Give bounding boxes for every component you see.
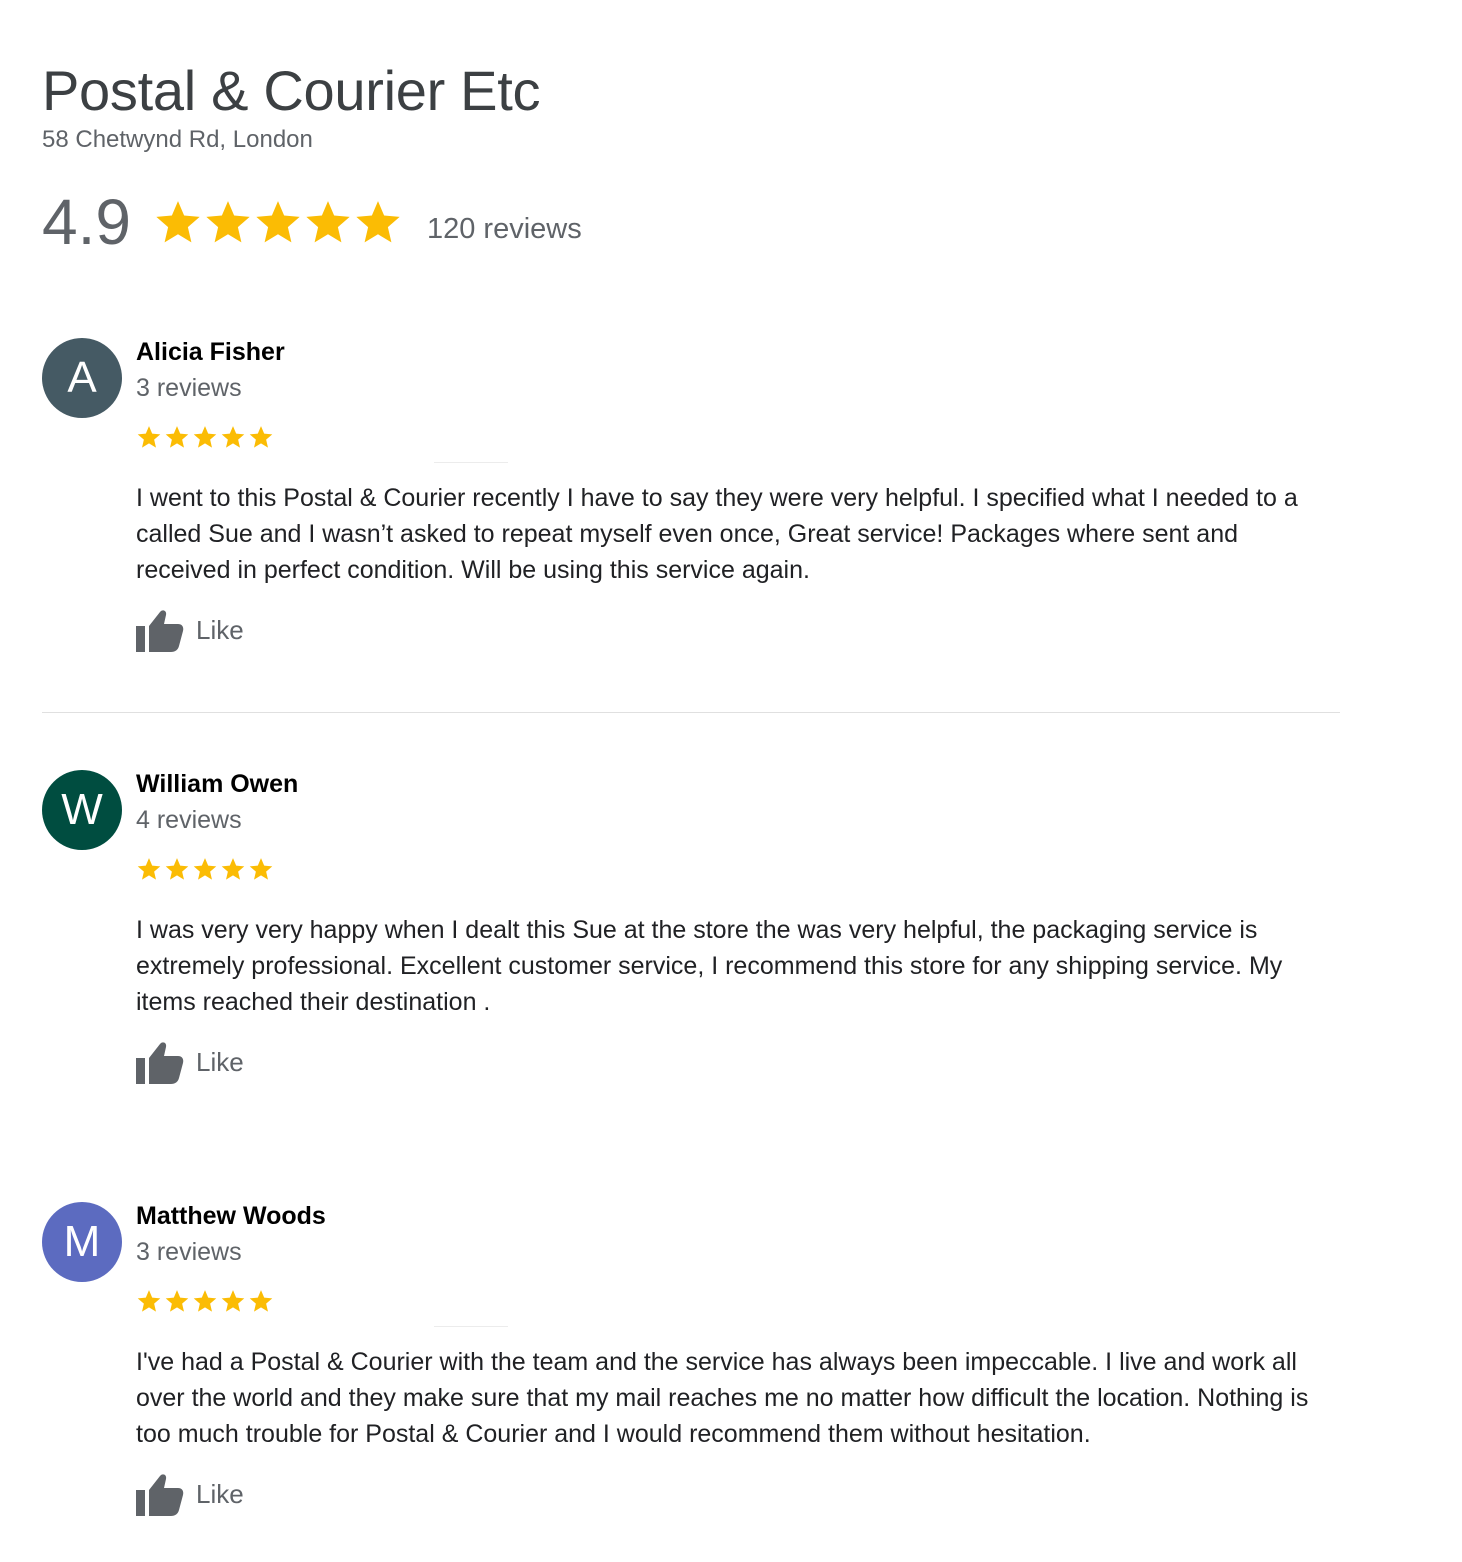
divider	[42, 712, 1340, 713]
star-icon	[193, 426, 217, 448]
reviewer-name[interactable]: Matthew Woods	[136, 1202, 326, 1231]
star-icon	[165, 858, 189, 880]
review-text: I've had a Postal & Courier with the tea…	[136, 1348, 1309, 1448]
review-star-rating	[136, 424, 274, 450]
star-icon	[306, 201, 350, 243]
star-icon	[165, 426, 189, 448]
star-icon	[221, 858, 245, 880]
star-icon	[193, 858, 217, 880]
review-star-rating	[136, 856, 274, 882]
reviewer-name[interactable]: Alicia Fisher	[136, 338, 285, 367]
like-button[interactable]: Like	[136, 1472, 244, 1516]
reviewer-review-count: 3 reviews	[136, 1238, 242, 1266]
star-icon	[256, 201, 300, 243]
like-button[interactable]: Like	[136, 608, 244, 652]
divider	[434, 1326, 508, 1327]
avatar[interactable]: M	[42, 1202, 122, 1282]
overall-star-rating	[153, 197, 403, 247]
thumbs-up-icon	[136, 1042, 184, 1084]
business-name: Postal & Courier Etc	[42, 59, 541, 122]
like-button[interactable]: Like	[136, 1040, 244, 1084]
review-text: I was very very happy when I dealt this …	[136, 916, 1283, 1016]
reviewer-review-count: 4 reviews	[136, 806, 242, 834]
star-icon	[249, 426, 273, 448]
star-icon	[156, 201, 200, 243]
star-icon	[221, 426, 245, 448]
star-icon	[165, 1290, 189, 1312]
overall-rating: 4.9	[42, 186, 131, 258]
like-label: Like	[196, 614, 244, 645]
thumbs-up-icon	[136, 1474, 184, 1516]
star-icon	[356, 201, 400, 243]
like-label: Like	[196, 1478, 244, 1509]
star-icon	[249, 1290, 273, 1312]
star-icon	[137, 1290, 161, 1312]
star-icon	[193, 1290, 217, 1312]
review-text: I went to this Postal & Courier recently…	[136, 484, 1298, 584]
star-icon	[249, 858, 273, 880]
business-address: 58 Chetwynd Rd, London	[42, 126, 313, 153]
reviewer-name[interactable]: William Owen	[136, 770, 298, 799]
like-label: Like	[196, 1046, 244, 1077]
divider	[434, 462, 508, 463]
rating-summary: 4.9 120 reviews	[42, 186, 582, 258]
thumbs-up-icon	[136, 610, 184, 652]
avatar[interactable]: A	[42, 338, 122, 418]
review-star-rating	[136, 1288, 274, 1314]
avatar[interactable]: W	[42, 770, 122, 850]
total-review-count[interactable]: 120 reviews	[427, 213, 582, 246]
star-icon	[221, 1290, 245, 1312]
star-icon	[137, 858, 161, 880]
reviewer-review-count: 3 reviews	[136, 374, 242, 402]
star-icon	[137, 426, 161, 448]
star-icon	[206, 201, 250, 243]
